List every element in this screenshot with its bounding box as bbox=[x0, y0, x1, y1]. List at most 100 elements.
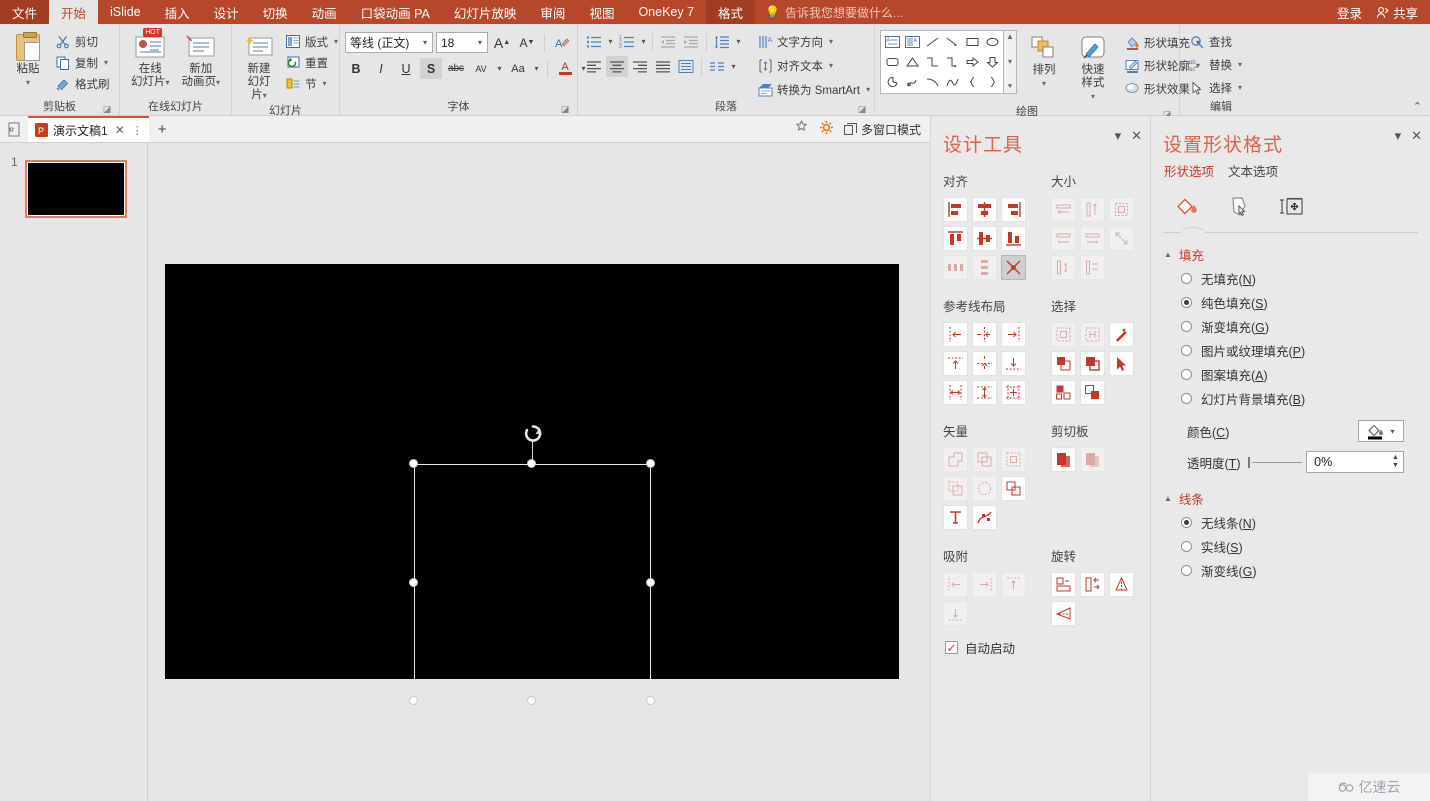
guide-spread-h-tool[interactable] bbox=[943, 380, 968, 405]
align-center-button[interactable] bbox=[606, 56, 628, 77]
shape-arrow[interactable] bbox=[942, 32, 962, 52]
fill-option-slide-background[interactable]: 幻灯片背景填充(B) bbox=[1151, 384, 1430, 408]
resize-handle-sw[interactable] bbox=[409, 696, 418, 705]
convert-smartart-button[interactable]: 转换为 SmartArt ▾ bbox=[753, 79, 874, 100]
resize-handle-ne[interactable] bbox=[646, 459, 655, 468]
chevron-down-icon[interactable]: ▾ bbox=[532, 64, 541, 73]
bold-button[interactable]: B bbox=[345, 58, 367, 79]
select-button[interactable]: 选择 ▾ bbox=[1185, 77, 1257, 98]
paste-format-tool[interactable] bbox=[1080, 447, 1105, 472]
ribbon-tab-review[interactable]: 审阅 bbox=[528, 0, 577, 24]
ribbon-tab-file[interactable]: 文件 bbox=[0, 0, 50, 24]
snap-left-tool[interactable] bbox=[943, 572, 968, 597]
sign-in-button[interactable]: 登录 bbox=[1337, 3, 1362, 22]
chevron-down-icon[interactable]: ▾ bbox=[729, 62, 738, 71]
close-icon[interactable]: ✕ bbox=[1131, 128, 1142, 144]
auto-start-row[interactable]: ✓ 自动启动 bbox=[931, 626, 1150, 657]
resize-handle-e[interactable] bbox=[646, 578, 655, 587]
clipboard-dialog-launcher[interactable]: ◪ bbox=[102, 104, 112, 114]
group-tool[interactable] bbox=[1051, 380, 1076, 405]
align-right-tool[interactable] bbox=[1001, 197, 1026, 222]
align-bottom-tool[interactable] bbox=[1001, 226, 1026, 251]
plugin-icon[interactable] bbox=[794, 119, 809, 138]
shape-oval[interactable] bbox=[982, 32, 1002, 52]
collapse-ribbon-button[interactable]: ⌃ bbox=[1413, 100, 1422, 113]
fill-bucket-icon[interactable] bbox=[1173, 194, 1203, 220]
italic-button[interactable]: I bbox=[370, 58, 392, 79]
shape-right-brace[interactable] bbox=[982, 72, 1002, 92]
send-backward-tool[interactable] bbox=[1080, 351, 1105, 376]
fit-height-tool[interactable] bbox=[1080, 226, 1105, 251]
slider-knob[interactable] bbox=[1247, 456, 1250, 468]
shape-triangle[interactable] bbox=[902, 52, 922, 72]
snap-right-tool[interactable] bbox=[972, 572, 997, 597]
ribbon-tab-transitions[interactable]: 切换 bbox=[251, 0, 300, 24]
shape-right-arrow[interactable] bbox=[962, 52, 982, 72]
close-icon[interactable]: ✕ bbox=[113, 123, 127, 137]
flip-horizontal-tool[interactable] bbox=[1051, 601, 1076, 626]
fill-option-gradient[interactable]: 渐变填充(G) bbox=[1151, 312, 1430, 336]
rotate-right-tool[interactable] bbox=[1080, 572, 1105, 597]
slider-track[interactable] bbox=[1251, 461, 1303, 463]
ribbon-tab-home[interactable]: 开始 bbox=[49, 0, 99, 24]
ribbon-tab-islide[interactable]: iSlide bbox=[98, 0, 153, 24]
guide-spread-v-tool[interactable] bbox=[972, 380, 997, 405]
intersect-tool[interactable] bbox=[943, 476, 968, 501]
scroll-down-icon[interactable]: ▾ bbox=[1008, 57, 1012, 66]
multi-window-mode-button[interactable]: 多窗口模式 bbox=[843, 121, 921, 138]
share-button[interactable]: 共享 bbox=[1376, 3, 1418, 22]
strikethrough-button[interactable]: abc bbox=[445, 58, 467, 79]
same-height-tool[interactable] bbox=[1080, 197, 1105, 222]
guide-center-h-tool[interactable] bbox=[972, 322, 997, 347]
character-spacing-button[interactable]: AV bbox=[470, 58, 492, 79]
gear-icon[interactable] bbox=[819, 120, 834, 138]
shape-elbow-arrow-connector[interactable] bbox=[942, 52, 962, 72]
ribbon-tab-format[interactable]: 格式 bbox=[706, 0, 756, 24]
new-slide-button[interactable]: 新建 幻灯片▾ bbox=[237, 29, 281, 104]
shape-rectangle[interactable] bbox=[962, 32, 982, 52]
cut-button[interactable]: 剪切 bbox=[51, 31, 114, 52]
quick-styles-button[interactable]: 快速样式 ▾ bbox=[1071, 30, 1115, 105]
line-section-header[interactable]: ▲ 线条 bbox=[1151, 473, 1430, 508]
magic-select-tool[interactable] bbox=[1109, 322, 1134, 347]
tab-text-options[interactable]: 文本选项 bbox=[1228, 161, 1278, 181]
split-tool[interactable] bbox=[1001, 476, 1026, 501]
resize-handle-nw[interactable] bbox=[409, 459, 418, 468]
document-tab[interactable]: P 演示文稿1 ✕ ⋮ bbox=[28, 116, 149, 142]
resize-handle-n[interactable] bbox=[527, 459, 536, 468]
select-all-tool[interactable] bbox=[1051, 322, 1076, 347]
align-left-tool[interactable] bbox=[943, 197, 968, 222]
tell-me-search[interactable]: 💡 告诉我您想要做什么... bbox=[755, 0, 903, 24]
ribbon-tab-animations[interactable]: 动画 bbox=[300, 0, 349, 24]
copy-format-tool[interactable] bbox=[1051, 447, 1076, 472]
numbering-button[interactable]: 123 bbox=[616, 31, 638, 52]
fill-color-button[interactable]: ▾ bbox=[1358, 420, 1404, 442]
spinner-arrows[interactable]: ▲ ▼ bbox=[1388, 452, 1403, 472]
chevron-down-icon[interactable]: ▾ bbox=[1115, 128, 1122, 144]
chevron-down-icon[interactable]: ▾ bbox=[495, 64, 504, 73]
align-left-button[interactable] bbox=[583, 56, 605, 77]
fill-option-picture-texture[interactable]: 图片或纹理填充(P) bbox=[1151, 336, 1430, 360]
fill-option-pattern[interactable]: 图案填充(A) bbox=[1151, 360, 1430, 384]
ribbon-tab-insert[interactable]: 插入 bbox=[153, 0, 202, 24]
tab-menu-icon[interactable]: ⋮ bbox=[132, 124, 143, 137]
size-vertical-tool[interactable] bbox=[1051, 255, 1076, 280]
shape-arc[interactable] bbox=[922, 72, 942, 92]
find-button[interactable]: 查找 bbox=[1185, 31, 1257, 52]
increase-font-size-button[interactable]: A ▲ bbox=[491, 32, 513, 53]
slide-thumbnail-pane[interactable] bbox=[0, 143, 148, 801]
ribbon-tab-onekey[interactable]: OneKey 7 bbox=[626, 0, 706, 24]
snap-bottom-tool[interactable] bbox=[943, 601, 968, 626]
text-direction-button[interactable]: A 文字方向 ▾ bbox=[753, 31, 874, 52]
font-size-combo[interactable]: 18 ▾ bbox=[436, 32, 488, 53]
transparency-slider[interactable] bbox=[1247, 456, 1303, 468]
ribbon-tab-slideshow[interactable]: 幻灯片放映 bbox=[442, 0, 529, 24]
shape-line[interactable] bbox=[922, 32, 942, 52]
pointer-select-tool[interactable] bbox=[1109, 351, 1134, 376]
shape-rounded-rectangle[interactable] bbox=[882, 52, 902, 72]
resize-handle-s[interactable] bbox=[527, 696, 536, 705]
shadow-button[interactable]: S bbox=[420, 58, 442, 79]
fragment-tool[interactable] bbox=[1001, 447, 1026, 472]
format-painter-button[interactable]: 格式刷 bbox=[51, 73, 114, 94]
guide-top-tool[interactable] bbox=[943, 351, 968, 376]
